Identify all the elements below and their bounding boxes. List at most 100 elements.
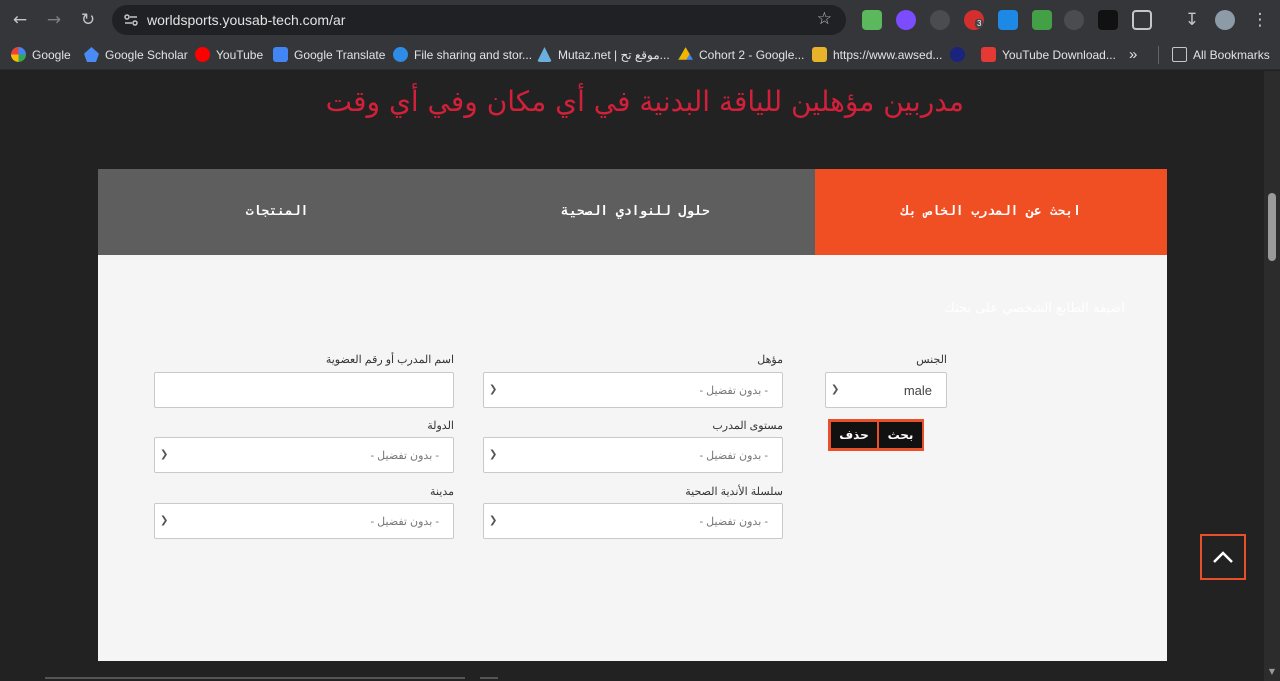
city-select[interactable]: - بدون تفضيل - ❯ [154, 503, 454, 539]
address-bar[interactable]: worldsports.yousab-tech.com/ar ☆ [112, 5, 846, 35]
extension-shield-icon[interactable] [930, 10, 950, 30]
bookmark-label: Google [32, 48, 71, 62]
level-select[interactable]: - بدون تفضيل - ❯ [483, 437, 783, 473]
chain-label: سلسلة الأندية الصحية [685, 486, 783, 498]
chevron-down-icon: ❯ [489, 515, 498, 526]
city-value: - بدون تفضيل - [370, 516, 439, 528]
bookmark-item[interactable]: YouTube [195, 47, 263, 63]
scroll-down-arrow-icon[interactable]: ▼ [1267, 667, 1277, 677]
extension-dark-icon[interactable] [1098, 10, 1118, 30]
forward-icon[interactable]: → [42, 8, 66, 32]
aws-box-icon [812, 47, 827, 62]
bookmark-label: Cohort 2 - Google... [699, 48, 805, 62]
page-scrollbar[interactable]: ▼ [1264, 71, 1280, 681]
level-value: - بدون تفضيل - [699, 450, 768, 462]
extension-recycle-icon[interactable] [1064, 10, 1084, 30]
extension-badge: 3 [975, 19, 984, 28]
trainer-name-input[interactable] [154, 372, 454, 408]
bottom-divider [45, 677, 465, 679]
bookmark-item[interactable]: Cohort 2 - Google... [678, 47, 804, 63]
qualification-value: - بدون تفضيل - [699, 385, 768, 397]
bookmark-item[interactable]: YouTube Download... [981, 47, 1116, 63]
dark-circle-icon [950, 47, 965, 62]
country-label: الدولة [427, 420, 454, 432]
bookmark-label: Mutaz.net | موقع تح... [558, 48, 670, 62]
scrollbar-thumb[interactable] [1268, 193, 1276, 261]
bookmarks-bar: Google Google Scholar YouTube Google Tra… [0, 40, 1280, 70]
all-bookmarks-button[interactable]: All Bookmarks [1172, 47, 1270, 63]
youtube-icon [195, 47, 210, 62]
chevron-down-icon: ❯ [160, 449, 169, 460]
level-label: مستوى المدرب [712, 420, 783, 432]
tab-club-solutions[interactable]: حلول للنوادي الصحية [456, 169, 815, 255]
tab-products[interactable]: المنتجات [98, 169, 456, 255]
qualification-label: مؤهل [757, 354, 783, 366]
bookmark-item[interactable] [950, 47, 971, 63]
bookmark-label: Google Scholar [105, 48, 188, 62]
panel-heading: اضيفة الطابع الشخصي على بحثك [944, 301, 1125, 316]
bookmark-item[interactable]: Google [11, 47, 71, 63]
extension-blue-icon[interactable] [998, 10, 1018, 30]
extensions-puzzle-icon[interactable] [1132, 10, 1152, 30]
bookmark-item[interactable]: Google Translate [273, 47, 385, 63]
reload-icon[interactable]: ↻ [76, 8, 100, 32]
hero-title: مدربين مؤهلين للياقة البدنية في أي مكان … [325, 85, 964, 118]
bookmark-item[interactable]: Google Scholar [84, 47, 188, 63]
search-buttons: بحث حذف [828, 419, 924, 451]
profile-avatar[interactable] [1215, 10, 1235, 30]
country-value: - بدون تفضيل - [370, 450, 439, 462]
city-label: مدينة [430, 486, 454, 498]
search-button[interactable]: بحث [879, 422, 922, 448]
bookmark-label: YouTube Download... [1002, 48, 1116, 62]
menu-kebab-icon[interactable]: ⋮ [1248, 8, 1272, 32]
extension-green-icon[interactable] [862, 10, 882, 30]
page-viewport: مدربين مؤهلين للياقة البدنية في أي مكان … [0, 71, 1264, 681]
bookmark-label: https://www.awsed... [833, 48, 943, 62]
chevron-down-icon: ❯ [489, 384, 498, 395]
trainer-name-label: اسم المدرب أو رقم العضوية [325, 354, 454, 366]
drive-icon [678, 47, 693, 60]
more-bookmarks-button[interactable]: » [1129, 47, 1137, 63]
chevron-up-icon [1213, 551, 1233, 563]
download-icon[interactable]: ↧ [1180, 8, 1204, 32]
mutaz-icon [537, 47, 552, 62]
bookmark-item[interactable]: https://www.awsed... [812, 47, 942, 63]
extension-check-icon[interactable] [896, 10, 916, 30]
site-info-icon[interactable] [122, 11, 140, 29]
back-to-top-button[interactable] [1200, 534, 1246, 580]
gender-value: male [903, 383, 932, 398]
bookmark-label: Google Translate [294, 48, 386, 62]
chain-select[interactable]: - بدون تفضيل - ❯ [483, 503, 783, 539]
extension-cloud-icon[interactable] [1032, 10, 1052, 30]
bottom-divider [480, 677, 498, 679]
chevron-down-icon: ❯ [160, 515, 169, 526]
translate-icon [273, 47, 288, 62]
youtube-download-icon [981, 47, 996, 62]
all-bookmarks-label: All Bookmarks [1193, 48, 1270, 62]
country-select[interactable]: - بدون تفضيل - ❯ [154, 437, 454, 473]
bookmark-label: File sharing and stor... [414, 48, 533, 62]
back-icon[interactable]: ← [8, 8, 32, 32]
bookmark-item[interactable]: File sharing and stor... [393, 47, 532, 63]
file-sharing-icon [393, 47, 408, 62]
url-text: worldsports.yousab-tech.com/ar [147, 12, 346, 28]
chain-value: - بدون تفضيل - [699, 516, 768, 528]
search-panel: اضيفة الطابع الشخصي على بحثك الجنس male … [98, 255, 1167, 661]
google-icon [11, 47, 26, 62]
scholar-icon [84, 47, 99, 62]
extension-red-icon[interactable]: 3 [964, 10, 984, 30]
browser-toolbar: ← → ↻ worldsports.yousab-tech.com/ar ☆ 3… [0, 0, 1280, 40]
main-tabs: ابحث عن المدرب الخاص بك حلول للنوادي الص… [98, 169, 1167, 255]
bookmark-item[interactable]: Mutaz.net | موقع تح... [537, 47, 670, 63]
qualification-select[interactable]: - بدون تفضيل - ❯ [483, 372, 783, 408]
chevron-down-icon: ❯ [831, 384, 840, 395]
folder-icon [1172, 47, 1187, 62]
bookmarks-divider [1158, 46, 1159, 64]
gender-select[interactable]: male ❯ [825, 372, 947, 408]
bookmark-label: YouTube [216, 48, 264, 62]
delete-button[interactable]: حذف [831, 422, 877, 448]
chevron-down-icon: ❯ [489, 449, 498, 460]
tab-find-trainer[interactable]: ابحث عن المدرب الخاص بك [815, 169, 1167, 255]
gender-label: الجنس [916, 354, 947, 366]
bookmark-star-icon[interactable]: ☆ [817, 9, 832, 29]
